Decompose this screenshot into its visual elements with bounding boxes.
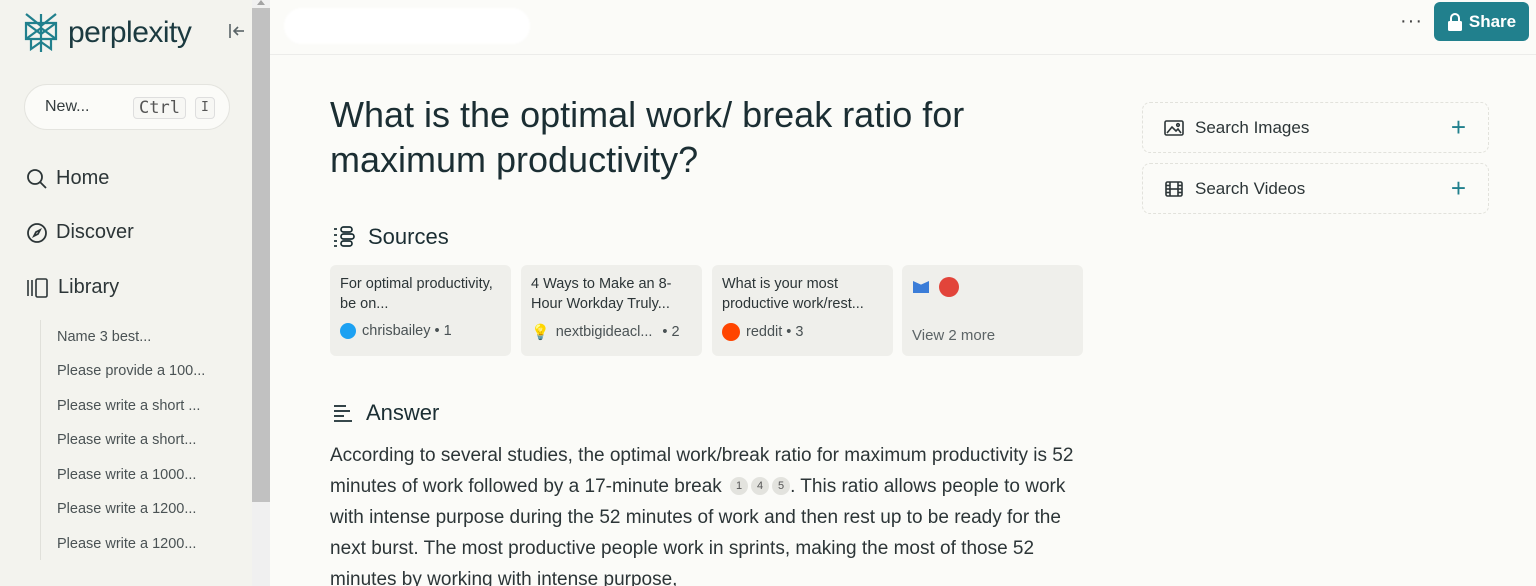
citation-badge[interactable]: 4 — [751, 477, 770, 495]
thread-tab-placeholder — [284, 8, 530, 44]
share-label: Share — [1468, 11, 1517, 31]
source-index: 1 — [443, 323, 452, 339]
view-more-label: View 2 more — [912, 327, 996, 344]
compass-icon — [27, 222, 47, 243]
library-item[interactable]: Please provide a 100... — [57, 363, 205, 379]
source-index: 2 — [671, 324, 680, 340]
search-images-button[interactable]: Search Images + — [1142, 102, 1489, 153]
citation-badge[interactable]: 5 — [772, 477, 791, 495]
source-title: 4 Ways to Make an 8-Hour Workday Truly..… — [531, 276, 672, 312]
source-title: What is your most productive work/rest..… — [722, 276, 864, 312]
source-site: nextbigideacl... — [555, 324, 653, 340]
book-favicon-icon — [913, 281, 929, 293]
library-item[interactable]: Please write a 1200... — [57, 536, 196, 552]
nav-home-label: Home — [56, 167, 110, 189]
new-thread-button[interactable]: New... Ctrl I — [24, 84, 230, 130]
source-card[interactable]: For optimal productivity, be on... chris… — [330, 265, 511, 356]
nav-home[interactable]: Home — [26, 167, 109, 190]
thread-title: What is the optimal work/ break ratio fo… — [330, 94, 965, 180]
perplexity-logo-icon — [24, 13, 58, 52]
answer-heading: Answer — [332, 400, 439, 426]
search-images-label: Search Images — [1195, 117, 1310, 137]
image-icon — [1164, 119, 1184, 136]
library-item[interactable]: Please write a 1000... — [57, 467, 196, 483]
scrollbar-thumb[interactable] — [252, 8, 270, 502]
nav-discover[interactable]: Discover — [26, 221, 134, 244]
plus-icon: + — [1450, 173, 1466, 203]
new-thread-label: New... — [45, 98, 90, 115]
shortcut-ctrl-key: Ctrl — [133, 97, 186, 119]
source-title: For optimal productivity, be on... — [340, 276, 493, 312]
sources-heading-label: Sources — [368, 224, 449, 249]
chrisbailey-favicon-icon — [340, 323, 356, 339]
view-more-sources-card[interactable]: View 2 more — [902, 265, 1083, 356]
search-icon — [27, 168, 47, 189]
brand-name: perplexity — [68, 16, 192, 49]
plus-icon: + — [1450, 112, 1466, 142]
library-item[interactable]: Please write a short ... — [57, 398, 200, 414]
sidebar-scrollbar[interactable] — [252, 0, 270, 586]
answer-text: According to several studies, the optima… — [330, 440, 1082, 586]
library-list: Name 3 best... Please provide a 100... P… — [40, 320, 205, 560]
source-site: chrisbailey — [362, 323, 431, 339]
search-videos-label: Search Videos — [1195, 178, 1306, 198]
reddit-favicon-icon — [722, 323, 740, 341]
search-videos-button[interactable]: Search Videos + — [1142, 163, 1489, 214]
shortcut-i-key: I — [195, 97, 215, 119]
source-site: reddit — [746, 324, 783, 340]
library-item[interactable]: Name 3 best... — [57, 329, 151, 345]
source-card[interactable]: What is your most productive work/rest..… — [712, 265, 893, 356]
citation-badge[interactable]: 1 — [730, 477, 749, 495]
lightbulb-favicon-icon: 💡 — [531, 324, 550, 341]
source-index: 3 — [795, 324, 804, 340]
logo[interactable]: perplexity — [22, 12, 192, 54]
library-item[interactable]: Please write a short... — [57, 432, 196, 448]
source-meta: 💡 nextbigideacl... • 2 — [531, 324, 680, 341]
answer-lines-icon — [334, 405, 352, 422]
sidebar: perplexity New... Ctrl I Home Discover L… — [0, 0, 252, 586]
nav-discover-label: Discover — [56, 221, 134, 243]
nav-library-label: Library — [58, 276, 120, 298]
top-bar: ··· Share — [270, 0, 1536, 55]
nav-library[interactable]: Library — [26, 276, 119, 299]
todoist-favicon-icon — [939, 277, 959, 297]
source-meta: chrisbailey • 1 — [340, 323, 452, 339]
share-button[interactable]: Share — [1434, 2, 1529, 41]
scroll-up-icon[interactable] — [257, 0, 265, 5]
sources-icon — [334, 226, 355, 247]
source-card[interactable]: 4 Ways to Make an 8-Hour Workday Truly..… — [521, 265, 702, 356]
sources-heading: Sources — [332, 224, 449, 250]
collapse-sidebar-icon[interactable] — [228, 22, 248, 42]
film-icon — [1165, 180, 1183, 197]
more-sources-favicons — [913, 277, 965, 297]
answer-heading-label: Answer — [366, 400, 440, 425]
more-options-button[interactable]: ··· — [1400, 10, 1423, 33]
library-item[interactable]: Please write a 1200... — [57, 501, 196, 517]
lock-icon — [1447, 12, 1462, 31]
library-icon — [27, 277, 48, 298]
source-meta: reddit • 3 — [722, 323, 803, 341]
